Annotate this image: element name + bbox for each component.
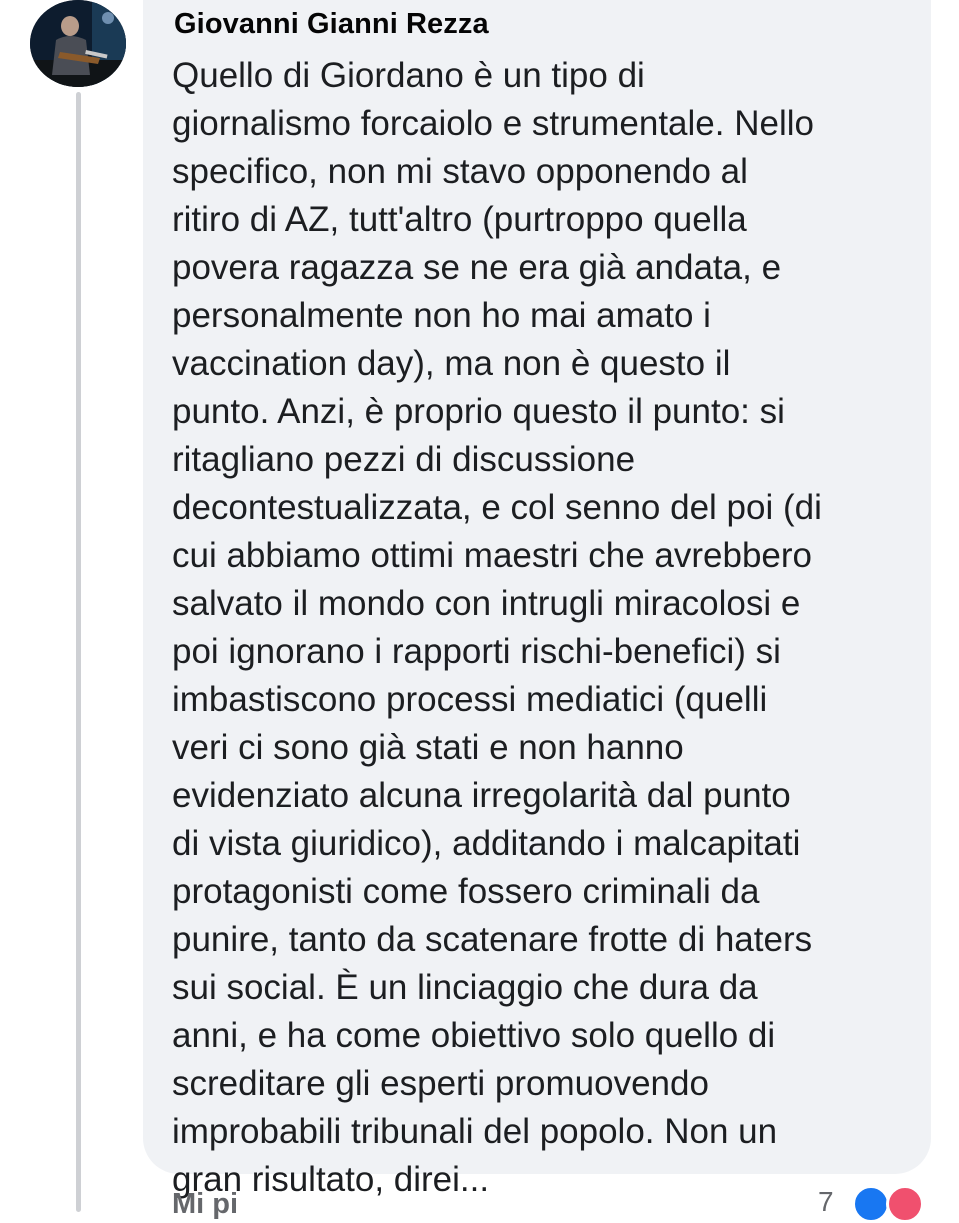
comment-line: punto. Anzi, è proprio questo il punto: … (172, 392, 785, 431)
comment-line: Quello di Giordano è un tipo di (172, 56, 645, 95)
comment-author-name[interactable]: Giovanni Gianni Rezza (174, 8, 489, 41)
comment-text: Quello di Giordano è un tipo di giornali… (172, 52, 922, 1204)
comment-line: personalmente non ho mai amato i (172, 296, 711, 335)
comment-line: giornalismo forcaiolo e strumentale. Nel… (172, 104, 814, 143)
comment-line: specifico, non mi stavo opponendo al (172, 152, 748, 191)
comment-line: salvato il mondo con intrugli miracolosi… (172, 584, 801, 623)
comment-line: povera ragazza se ne era già andata, e (172, 248, 782, 287)
comment-line: ritiro di AZ, tutt'altro (purtroppo quel… (172, 200, 747, 239)
comment-line: punire, tanto da scatenare frotte di hat… (172, 920, 813, 959)
comment-line: decontestualizzata, e col senno del poi … (172, 488, 822, 527)
comment-line: poi ignorano i rapporti rischi-benefici)… (172, 632, 781, 671)
avatar[interactable] (30, 0, 126, 87)
comment-line: protagonisti come fossero criminali da (172, 872, 760, 911)
comment-line: vaccination day), ma non è questo il (172, 344, 731, 383)
reaction-count[interactable]: 7 (818, 1186, 834, 1218)
love-icon (886, 1185, 924, 1223)
comment-line: di vista giuridico), additando i malcapi… (172, 824, 801, 863)
comment-line: evidenziato alcuna irregolarità dal punt… (172, 776, 791, 815)
comment-line: veri ci sono già stati e non hanno (172, 728, 684, 767)
avatar-photo (30, 0, 126, 87)
comment-line: imbastiscono processi mediatici (quelli (172, 680, 768, 719)
comment-line: improbabili tribunali del popolo. Non un (172, 1112, 778, 1151)
comment-line: screditare gli esperti promuovendo (172, 1064, 709, 1103)
comment-line: sui social. È un linciaggio che dura da (172, 968, 758, 1007)
comment-line: anni, e ha come obiettivo solo quello di (172, 1016, 776, 1055)
comment-line: ritagliano pezzi di discussione (172, 440, 636, 479)
reply-thread-line (76, 92, 81, 1212)
comment-line: gran risultato, direi... (172, 1160, 490, 1199)
like-action-button[interactable]: Mi pi (172, 1188, 238, 1221)
comment-line: cui abbiamo ottimi maestri che avrebbero (172, 536, 813, 575)
like-icon (852, 1185, 890, 1223)
